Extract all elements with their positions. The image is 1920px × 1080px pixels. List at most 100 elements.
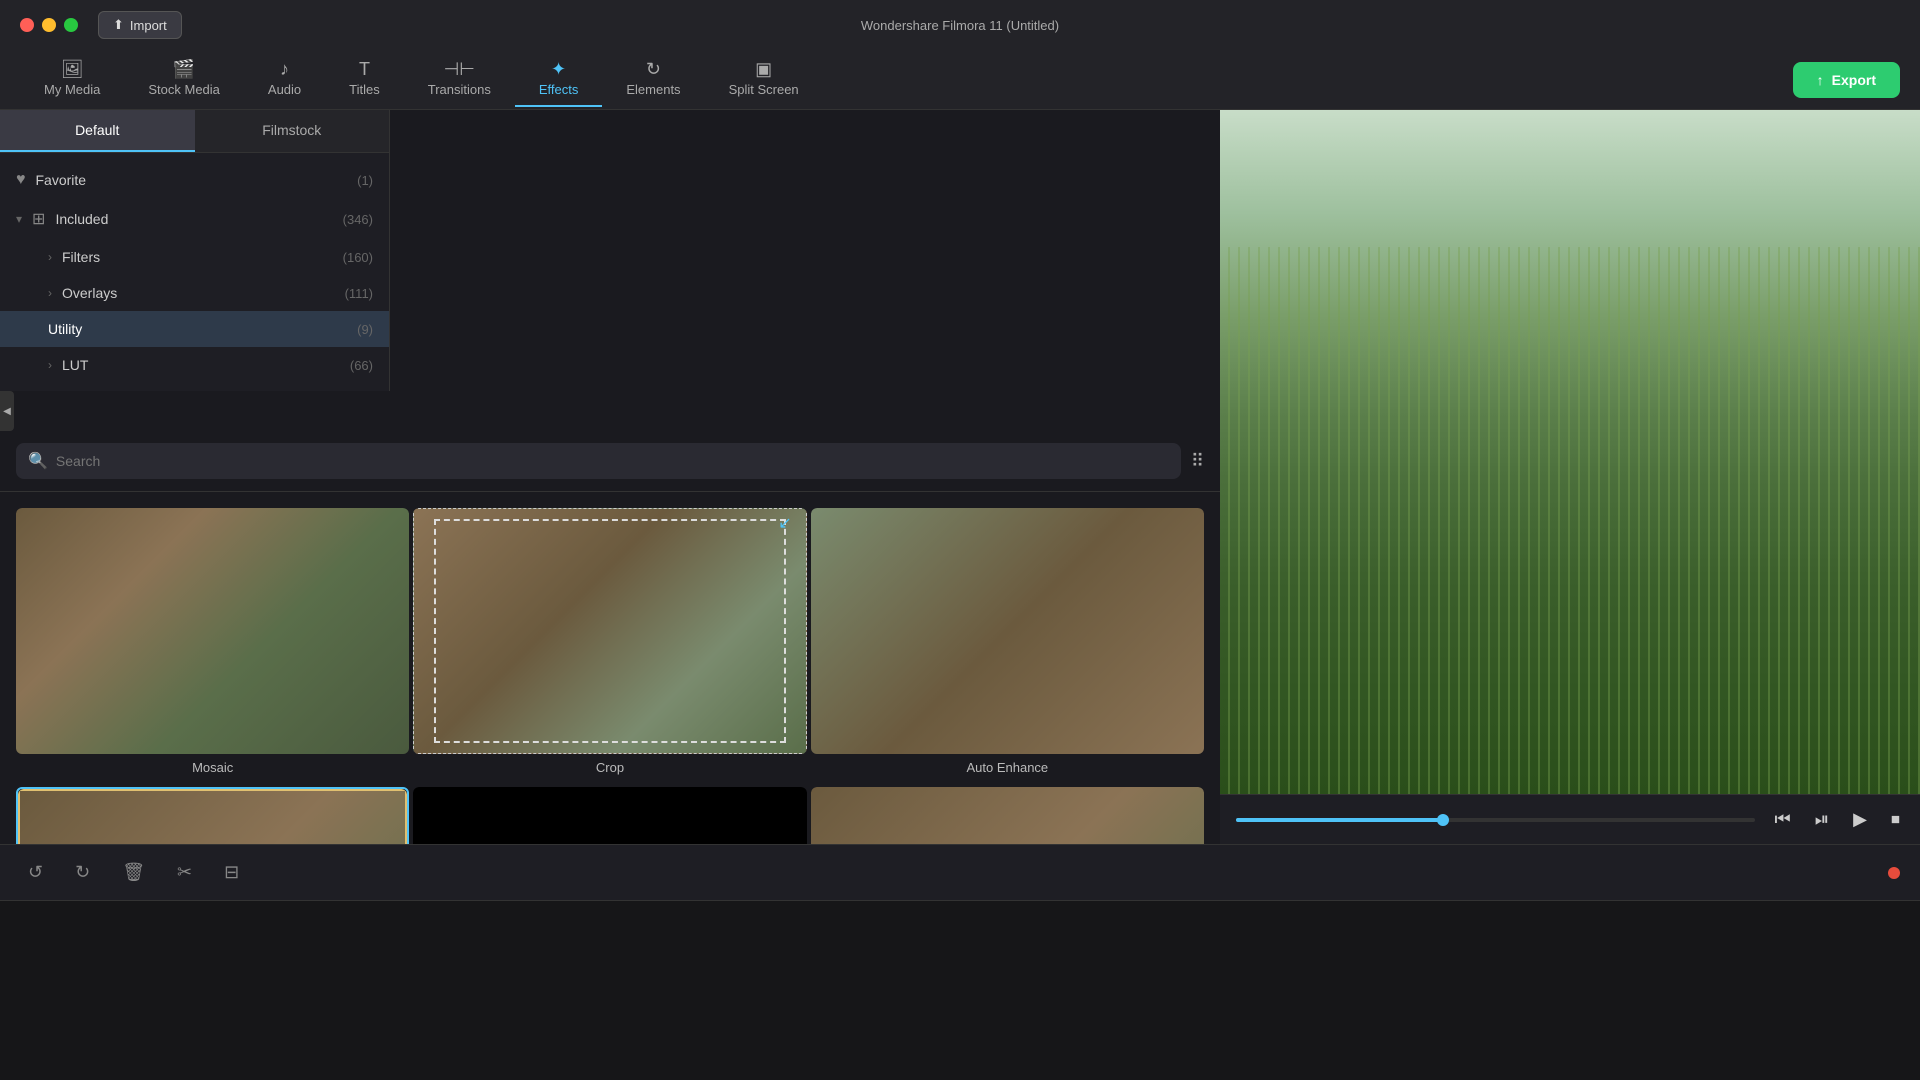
sidebar-label-included: Included (55, 211, 332, 227)
sidebar-count-overlays: (111) (345, 286, 373, 301)
skip-back-button[interactable]: ⏮ (1771, 805, 1795, 834)
preview-controls: ⏮ ⏯ ▶ ⏹ (1220, 794, 1920, 844)
nav-item-transitions[interactable]: ⊣⊢ Transitions (404, 52, 515, 107)
sidebar-item-lut[interactable]: › LUT (66) (0, 347, 389, 383)
nav-item-elements[interactable]: ↻ Elements (602, 52, 704, 107)
effect-tilt-shift-circle[interactable]: ↓ Tilt-shift Circle (811, 787, 1204, 844)
sidebar-item-utility[interactable]: Utility (9) (0, 311, 389, 347)
thumb-crop-bg: ↙ (413, 508, 806, 754)
effect-thumb-crop: ↙ (413, 508, 806, 754)
progress-bar[interactable] (1236, 818, 1755, 822)
adjust-button[interactable]: ⊟ (216, 858, 247, 887)
nav-label-split-screen: Split Screen (729, 82, 799, 97)
thumb-mosaic-bg (16, 508, 409, 754)
delete-button[interactable]: 🗑 (114, 858, 153, 887)
effect-auto-enhance[interactable]: Auto Enhance (811, 508, 1204, 783)
effects-grid: Mosaic ↙ Crop (0, 492, 1220, 844)
preview-panel: ⏮ ⏯ ▶ ⏹ (1220, 110, 1920, 844)
sidebar-label-lut: LUT (62, 357, 340, 373)
thumb-border-bg (18, 789, 407, 844)
stop-button[interactable]: ⏹ (1887, 805, 1904, 834)
chevron-down-icon: ▾ (16, 212, 22, 226)
transitions-icon: ⊣⊢ (444, 60, 475, 78)
export-icon: ↑ (1817, 72, 1824, 88)
nav-item-titles[interactable]: T Titles (325, 52, 404, 107)
undo-button[interactable]: ↺ (20, 858, 51, 887)
sidebar-tab-filmstock[interactable]: Filmstock (195, 110, 390, 152)
audio-icon: ♪ (280, 60, 289, 78)
nav-label-audio: Audio (268, 82, 301, 97)
window-controls (20, 18, 78, 32)
nav-item-split-screen[interactable]: ▣ Split Screen (705, 52, 823, 107)
play-pause-button[interactable]: ⏯ (1811, 805, 1833, 834)
sidebar-item-included[interactable]: ▾ ⊞ Included (346) (0, 199, 389, 239)
sidebar-count-utility: (9) (357, 322, 373, 337)
effect-label-crop: Crop (596, 760, 624, 775)
chevron-right-icon-overlays: › (48, 286, 52, 300)
sidebar-count-filters: (160) (343, 250, 373, 265)
stock-media-icon: 🎬 (173, 60, 195, 78)
left-panel: Default Filmstock ♥ Favorite (1) ▾ ⊞ Inc… (0, 110, 1220, 844)
effects-icon: ✦ (551, 60, 566, 78)
effects-search-bar: 🔍 ⠿ (0, 431, 1220, 492)
effect-crop[interactable]: ↙ Crop (413, 508, 806, 783)
sidebar: Default Filmstock ♥ Favorite (1) ▾ ⊞ Inc… (0, 110, 390, 391)
export-button[interactable]: ↑ Export (1793, 62, 1900, 98)
export-label: Export (1832, 72, 1876, 88)
my-media-icon: 🖼 (61, 60, 84, 78)
crop-overlay: ↙ (434, 519, 785, 743)
effects-panel: 🔍 ⠿ Mosaic (0, 431, 1220, 844)
sidebar-count-lut: (66) (350, 358, 373, 373)
nav-item-effects[interactable]: ✦ Effects (515, 52, 603, 107)
progress-fill (1236, 818, 1443, 822)
effect-image-mask[interactable]: Image Mask (413, 787, 806, 844)
sidebar-item-filters[interactable]: › Filters (160) (0, 239, 389, 275)
thumb-imgmask-bg (413, 787, 806, 844)
sidebar-count-included: (346) (343, 212, 373, 227)
search-input[interactable] (56, 453, 1169, 469)
sidebar-tab-default[interactable]: Default (0, 110, 195, 152)
bottom-toolbar: ↺ ↻ 🗑 ✂ ⊟ (0, 844, 1920, 900)
progress-thumb (1437, 814, 1449, 826)
import-button[interactable]: ⬆ Import (98, 11, 182, 39)
effect-thumb-auto-enhance (811, 508, 1204, 754)
thumb-autoenh-bg (811, 508, 1204, 754)
sidebar-label-favorite: Favorite (36, 172, 348, 188)
title-bar: ⬆ Import Wondershare Filmora 11 (Untitle… (0, 0, 1920, 50)
grid-toggle-icon[interactable]: ⠿ (1191, 451, 1204, 472)
maximize-button[interactable] (64, 18, 78, 32)
sidebar-label-utility: Utility (48, 321, 347, 337)
minimize-button[interactable] (42, 18, 56, 32)
effect-label-auto-enhance: Auto Enhance (966, 760, 1048, 775)
timeline-area (0, 900, 1920, 1080)
nav-item-my-media[interactable]: 🖼 My Media (20, 52, 124, 107)
play-button[interactable]: ▶ (1849, 805, 1871, 834)
effect-thumb-tilt-shift-circle: ↓ (811, 787, 1204, 844)
nav-item-stock-media[interactable]: 🎬 Stock Media (124, 52, 244, 107)
effect-mosaic[interactable]: Mosaic (16, 508, 409, 783)
redo-button[interactable]: ↻ (67, 858, 98, 887)
nav-item-audio[interactable]: ♪ Audio (244, 52, 325, 107)
nav-label-titles: Titles (349, 82, 380, 97)
content-wrapper: Default Filmstock ♥ Favorite (1) ▾ ⊞ Inc… (0, 110, 1920, 844)
top-nav: 🖼 My Media 🎬 Stock Media ♪ Audio T Title… (0, 50, 1920, 110)
sidebar-count-favorite: (1) (357, 173, 373, 188)
sidebar-tabs: Default Filmstock (0, 110, 389, 153)
sidebar-collapse-button[interactable]: ◀ (0, 391, 14, 431)
crop-arrow-icon: ↙ (778, 513, 791, 533)
close-button[interactable] (20, 18, 34, 32)
nav-label-stock-media: Stock Media (148, 82, 220, 97)
effect-thumb-border (18, 789, 407, 844)
sidebar-item-favorite[interactable]: ♥ Favorite (1) (0, 161, 389, 199)
effect-thumb-mosaic (16, 508, 409, 754)
nav-label-my-media: My Media (44, 82, 100, 97)
cut-button[interactable]: ✂ (169, 858, 200, 887)
import-label: Import (130, 18, 167, 33)
heart-icon: ♥ (16, 171, 26, 189)
thumb-tiltcircle-bg: ↓ (811, 787, 1204, 844)
sidebar-item-overlays[interactable]: › Overlays (111) (0, 275, 389, 311)
record-indicator (1888, 867, 1900, 879)
chevron-right-icon-filters: › (48, 250, 52, 264)
effect-border[interactable]: Border (16, 787, 409, 844)
preview-video (1220, 110, 1920, 794)
